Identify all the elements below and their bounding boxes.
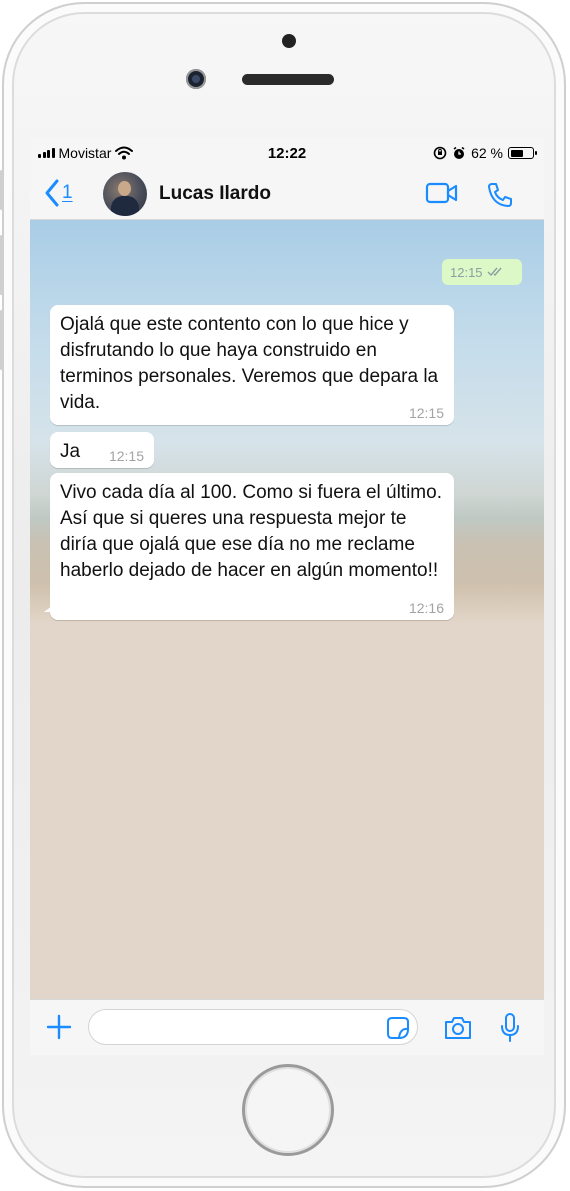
battery-icon [508,147,537,159]
read-receipt-icon [487,267,502,277]
front-camera [186,69,206,89]
unread-count: 1 [62,182,73,203]
status-right: 62 % [433,145,537,161]
battery-level [510,149,523,157]
message-time: 12:15 [108,448,144,464]
microphone-icon[interactable] [500,1012,520,1044]
avatar[interactable] [103,172,147,216]
message-input-bar [30,999,544,1055]
battery-percent: 62 % [471,145,503,161]
incoming-message[interactable]: Vivo cada día al 100. Como si fuera el ú… [44,473,454,620]
alarm-icon [453,146,465,159]
back-chevron-icon [45,179,59,207]
lock-rotation-icon [433,146,447,160]
status-bar: Movistar 12:22 62 % [30,137,544,169]
mute-switch[interactable] [0,170,3,210]
outgoing-message[interactable]: 12:15 [442,259,522,285]
contact-name[interactable]: Lucas Ilardo [159,183,271,205]
incoming-message[interactable]: Ojalá que este contento con lo que hice … [50,305,454,425]
phone-call-icon[interactable] [486,181,514,209]
message-text: Ja [60,441,81,462]
sticker-icon[interactable] [386,1016,410,1040]
volume-down-button[interactable] [0,310,3,370]
camera-icon[interactable] [443,1015,473,1041]
back-button[interactable]: 1 [44,179,73,207]
home-button[interactable] [242,1064,334,1156]
message-text: Ojalá que este contento con lo que hice … [60,314,439,413]
chat-header: 1 Lucas Ilardo [30,169,544,220]
screen: Movistar 12:22 62 % 1 Lucas Ilardo 12:15… [30,137,544,1055]
front-sensor [282,34,296,48]
message-input[interactable] [88,1009,418,1045]
earpiece-speaker [242,74,334,85]
volume-up-button[interactable] [0,235,3,295]
message-text: Vivo cada día al 100. Como si fuera el ú… [60,482,442,581]
message-time: 12:16 [408,600,444,616]
message-time: 12:15 [408,405,444,421]
message-time: 12:15 [450,264,483,280]
bubble-tail [44,606,52,612]
incoming-message[interactable]: Ja 12:15 [50,432,154,468]
video-call-icon[interactable] [425,181,459,205]
plus-icon[interactable] [44,1012,74,1042]
